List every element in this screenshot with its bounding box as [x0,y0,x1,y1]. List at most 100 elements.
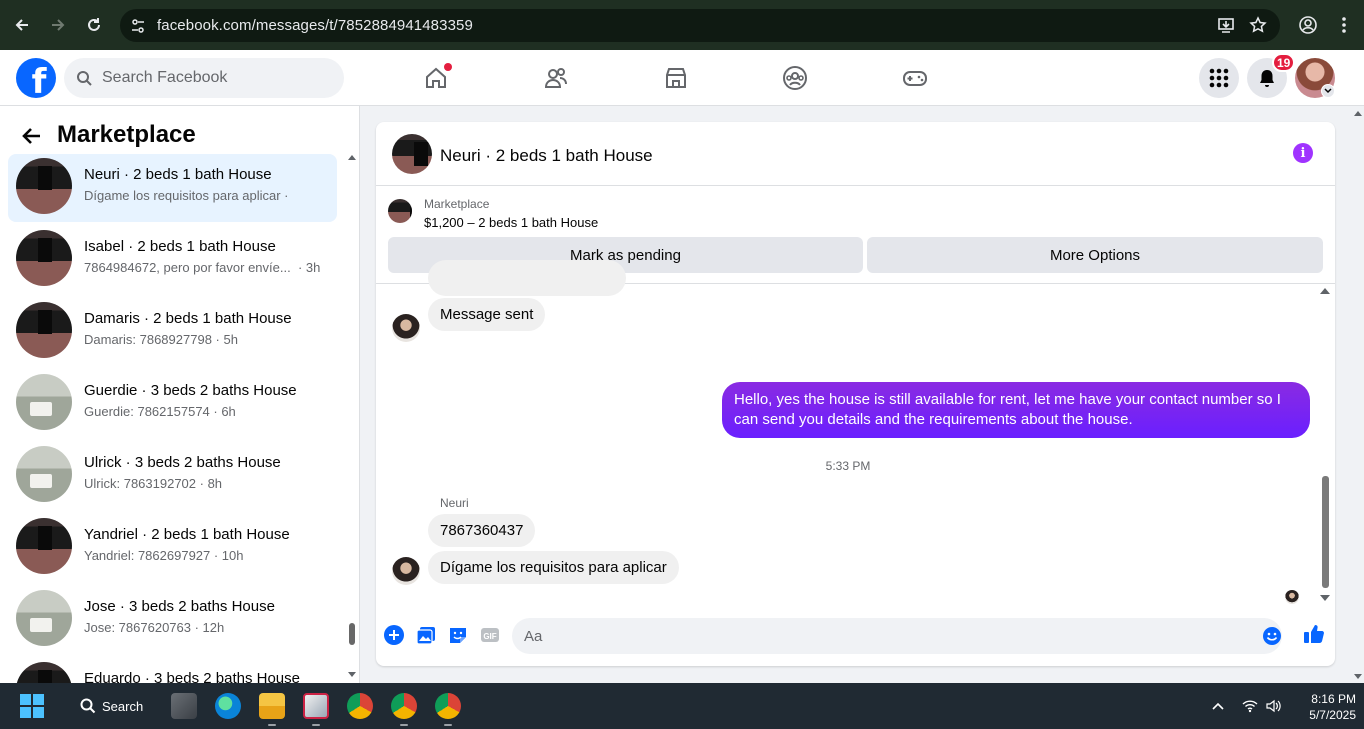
windows-taskbar: Search 8:16 PM 5/7/2025 [0,683,1364,729]
friends-icon[interactable] [542,64,570,92]
chat-header: Neuri · 2 beds 1 bath House i [376,122,1335,186]
back-arrow-icon[interactable] [20,124,44,148]
file-explorer-icon[interactable] [259,693,285,719]
url-text[interactable]: facebook.com/messages/t/7852884941483359 [157,17,473,34]
conversation-item[interactable]: Isabel · 2 beds 1 bath House 7864984672,… [8,226,337,294]
listing-thumbnail [16,230,72,286]
message-timestamp: 5:33 PM [825,459,871,473]
listing-thumbnail [16,446,72,502]
search-icon [77,71,92,86]
gaming-icon[interactable] [901,64,929,92]
reload-icon[interactable] [82,13,106,37]
chevron-down-icon[interactable] [1321,84,1335,98]
bookmark-star-icon[interactable] [1246,13,1270,37]
message-thread: Message sent Hello, yes the house is sti… [376,260,1335,606]
bell-icon [1260,70,1274,87]
sticker-icon[interactable] [447,624,469,646]
marketplace-sidebar: Marketplace Neuri · 2 beds 1 bath House … [0,106,360,683]
conversation-item[interactable]: Jose · 3 beds 2 baths House Jose: 786762… [8,586,337,654]
listing-thumbnail [16,374,72,430]
conversation-name: Guerdie · 3 beds 2 baths House [84,382,297,399]
thumbs-up-icon[interactable] [1302,622,1326,646]
home-icon[interactable] [422,63,452,92]
snipping-tool-icon[interactable] [303,693,329,719]
back-arrow-icon[interactable] [10,13,34,37]
kebab-menu-icon[interactable] [1332,13,1356,37]
windows-start-icon[interactable] [20,694,44,723]
sender-name: Neuri [440,496,469,510]
info-icon[interactable]: i [1293,143,1313,163]
profile-icon[interactable] [1296,13,1320,37]
gif-icon[interactable]: GIF [479,624,501,646]
menu-grid-button[interactable] [1199,58,1239,98]
conversation-snippet: Jose: 7867620763 · 12h [84,620,225,635]
message-input-field[interactable] [512,618,1282,654]
conversation-snippet: Yandriel: 7862697927 · 10h [84,548,244,563]
conversation-name: Yandriel · 2 beds 1 bath House [84,526,290,543]
running-indicator [444,724,452,726]
message-bubble: Dígame los requisitos para aplicar [428,551,679,584]
sidebar-scrollbar[interactable] [347,154,357,679]
facebook-logo[interactable]: f [16,58,56,98]
search-input[interactable] [102,69,322,87]
conversation-item[interactable]: Neuri · 2 beds 1 bath House Dígame los r… [8,154,337,222]
facebook-search[interactable] [64,58,344,98]
sender-avatar[interactable] [392,557,420,585]
message-bubble: Message sent [428,298,546,331]
chrome-profile-icon[interactable] [435,693,461,719]
forward-arrow-icon[interactable] [46,13,70,37]
photo-icon[interactable] [415,624,437,646]
conversation-name: Neuri · 2 beds 1 bath House [84,166,272,183]
conversation-name: Isabel · 2 beds 1 bath House [84,238,276,255]
conversation-item[interactable]: Yandriel · 2 beds 1 bath House Yandriel:… [8,514,337,582]
wifi-icon[interactable] [1241,697,1259,715]
chat-scrollbar[interactable] [1319,284,1331,606]
conversation-item[interactable]: Ulrick · 3 beds 2 baths House Ulrick: 78… [8,442,337,510]
conversation-item[interactable]: Damaris · 2 beds 1 bath House Damaris: 7… [8,298,337,366]
chat-title[interactable]: Neuri · 2 beds 1 bath House [440,146,653,166]
browser-toolbar: facebook.com/messages/t/7852884941483359 [0,0,1364,50]
address-bar[interactable]: facebook.com/messages/t/7852884941483359 [120,9,1280,42]
svg-text:GIF: GIF [483,632,496,641]
running-indicator [400,724,408,726]
conversation-snippet: Ulrick: 7863192702 · 8h [84,476,223,491]
listing-thumbnail [16,662,72,683]
system-clock[interactable]: 8:16 PM 5/7/2025 [1290,691,1356,723]
message-input[interactable] [524,627,1224,645]
listing-price[interactable]: $1,200 – 2 beds 1 bath House [424,215,598,230]
more-options-button[interactable]: More Options [867,237,1323,273]
page-scrollbar[interactable] [1352,106,1364,683]
marketplace-icon[interactable] [662,64,690,92]
chevron-up-icon[interactable] [1209,697,1227,715]
message-bubble: 7867360437 [428,514,536,547]
listing-thumbnail [16,302,72,358]
sender-avatar[interactable] [392,314,420,342]
conversation-item[interactable]: Eduardo · 3 beds 2 baths House [8,658,337,683]
conversation-item[interactable]: Guerdie · 3 beds 2 baths House Guerdie: … [8,370,337,438]
groups-icon[interactable] [781,64,809,92]
clock-date: 5/7/2025 [1309,708,1356,722]
notification-badge: 19 [1272,53,1296,72]
conversation-snippet: Guerdie: 7862157574 · 6h [84,404,236,419]
sidebar-title: Marketplace [57,121,196,148]
listing-thumbnail[interactable] [388,199,412,223]
task-view-icon[interactable] [171,693,197,719]
chat-avatar[interactable] [392,134,432,174]
listing-thumbnail [16,518,72,574]
chrome-icon[interactable] [347,693,373,719]
add-icon[interactable] [383,624,405,646]
conversation-time: · 3h [297,260,321,275]
site-settings-icon[interactable] [130,18,146,39]
chrome-profile-icon[interactable] [391,693,417,719]
install-app-icon[interactable] [1214,13,1238,37]
seen-receipt-avatar [1285,590,1299,604]
taskbar-search[interactable]: Search [66,691,158,721]
message-bubble [428,260,626,296]
message-composer: GIF [376,618,1335,658]
emoji-icon[interactable] [1262,626,1282,646]
edge-icon[interactable] [215,693,241,719]
outgoing-message-bubble: Hello, yes the house is still available … [722,382,1310,438]
conversation-name: Eduardo · 3 beds 2 baths House [84,670,300,683]
conversation-name: Ulrick · 3 beds 2 baths House [84,454,281,471]
volume-icon[interactable] [1265,697,1283,715]
